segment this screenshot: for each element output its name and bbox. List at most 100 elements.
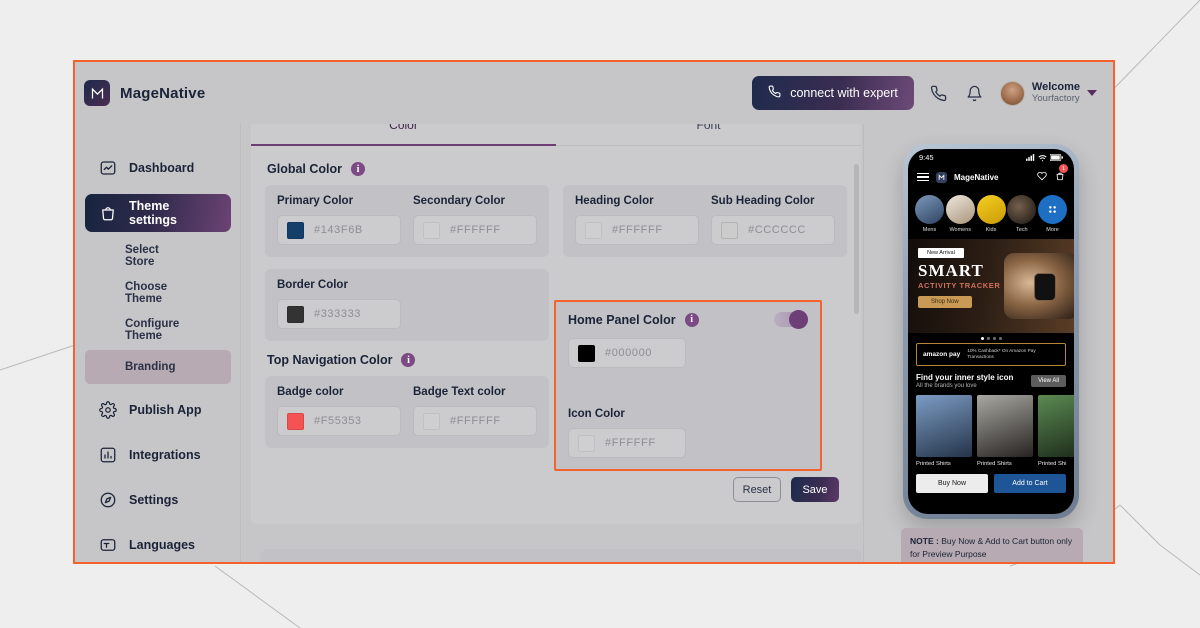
sidebar-item-dashboard[interactable]: Dashboard xyxy=(85,149,231,187)
tab-font[interactable]: Font xyxy=(556,124,861,145)
color-swatch[interactable] xyxy=(423,221,440,239)
buy-now-button[interactable]: Buy Now xyxy=(916,473,988,493)
sub-heading-color-input[interactable]: #CCCCCC xyxy=(711,215,835,245)
product-card[interactable]: Printed Shirts xyxy=(916,394,972,467)
tab-label: Color xyxy=(389,124,418,132)
sidebar-subitem-label: Configure Theme xyxy=(125,318,180,342)
save-button[interactable]: Save xyxy=(791,477,839,502)
product-card[interactable]: Printed Shirts xyxy=(977,394,1033,467)
cart-icon[interactable]: 1 xyxy=(1055,164,1068,186)
top-navigation-color-title: Top Navigation Color xyxy=(267,353,393,367)
category-label: Kids xyxy=(985,227,997,233)
preview-note: NOTE : Buy Now & Add to Cart button only… xyxy=(901,528,1083,562)
amazon-pay-logo: amazon pay xyxy=(923,350,961,358)
icon-color-field: Icon Color #FFFFFF xyxy=(568,408,808,458)
amazon-pay-banner[interactable]: amazon pay 10% Cashback* On Amazon Pay T… xyxy=(916,343,1066,366)
brand-logo-area[interactable]: MageNative xyxy=(84,80,205,106)
hero-shop-now-button[interactable]: Shop Now xyxy=(918,296,972,308)
phone-notch xyxy=(960,149,1022,163)
add-to-cart-button[interactable]: Add to Cart xyxy=(994,473,1066,493)
info-icon[interactable]: i xyxy=(401,353,416,367)
category-item[interactable]: Tech xyxy=(1007,195,1037,233)
field-label: Secondary Color xyxy=(413,195,506,207)
sidebar-item-select-store[interactable]: Select Store xyxy=(85,239,231,273)
grid-dots-icon xyxy=(1049,206,1056,213)
view-all-button[interactable]: View All xyxy=(1031,374,1066,387)
app-setting-accordion[interactable]: App Setting xyxy=(261,549,861,562)
color-swatch[interactable] xyxy=(287,221,304,239)
product-section-header: Find your inner style icon All the brand… xyxy=(908,366,1074,389)
color-value: #FFFFFF xyxy=(450,415,501,427)
user-menu[interactable]: Welcome Yourfactory xyxy=(999,80,1097,106)
connect-with-expert-button[interactable]: connect with expert xyxy=(752,76,914,110)
field-label: Sub Heading Color xyxy=(711,195,815,207)
category-label: Tech xyxy=(1015,227,1028,233)
category-item[interactable]: More xyxy=(1038,195,1067,233)
branding-settings-card: Color Font Global Color i Primary Color … xyxy=(251,124,861,524)
sidebar-item-label: Integrations xyxy=(129,448,201,462)
phone-icon xyxy=(768,85,781,101)
global-color-group: Primary Color #143F6B Secondary Color #F… xyxy=(265,185,549,257)
avatar xyxy=(999,80,1025,106)
product-title: Printed Shi xyxy=(1038,460,1067,467)
battery-icon xyxy=(1050,154,1063,161)
hero-product-image xyxy=(1004,253,1074,319)
field-label: Heading Color xyxy=(575,195,654,207)
content-scrollbar[interactable] xyxy=(854,164,859,314)
primary-color-input[interactable]: #143F6B xyxy=(277,215,401,245)
color-swatch[interactable] xyxy=(578,344,595,362)
global-color-title: Global Color xyxy=(267,162,342,176)
sidebar-item-configure-theme[interactable]: Configure Theme xyxy=(85,313,231,347)
bell-icon[interactable] xyxy=(964,82,986,104)
carousel-dots[interactable] xyxy=(908,333,1074,343)
sidebar-item-choose-theme[interactable]: Choose Theme xyxy=(85,276,231,310)
chevron-down-icon[interactable] xyxy=(830,560,845,562)
hamburger-icon[interactable] xyxy=(917,172,929,182)
category-item[interactable]: Kids xyxy=(976,195,1006,233)
sidebar-item-branding[interactable]: Branding xyxy=(85,350,231,384)
border-color-input[interactable]: #333333 xyxy=(277,299,401,329)
sidebar-item-theme-settings[interactable]: Theme settings xyxy=(85,194,231,232)
color-swatch[interactable] xyxy=(287,412,304,430)
tab-color[interactable]: Color xyxy=(251,124,556,146)
heart-icon[interactable] xyxy=(1037,168,1047,186)
info-icon[interactable]: i xyxy=(351,162,365,176)
chevron-down-icon[interactable] xyxy=(1087,90,1097,96)
sidebar-item-publish-app[interactable]: Publish App xyxy=(85,391,231,429)
category-label: Mens xyxy=(922,227,937,233)
compass-icon xyxy=(98,491,117,510)
info-icon[interactable]: i xyxy=(684,312,699,327)
category-item[interactable]: Womens xyxy=(945,195,975,233)
settings-tabs: Color Font xyxy=(251,124,861,146)
category-image xyxy=(1038,195,1067,224)
category-label: Womens xyxy=(949,227,972,233)
home-panel-color-toggle[interactable] xyxy=(774,310,808,329)
icon-color-input[interactable]: #FFFFFF xyxy=(568,428,686,458)
sidebar-item-settings[interactable]: Settings xyxy=(85,481,231,519)
category-item[interactable]: Mens xyxy=(915,195,944,233)
category-image xyxy=(1007,195,1037,224)
phone-icon[interactable] xyxy=(928,82,950,104)
top-header-bar: MageNative connect with expert Welcome Y… xyxy=(75,62,1113,124)
secondary-color-input[interactable]: #FFFFFF xyxy=(413,215,537,245)
badge-color-input[interactable]: #F55353 xyxy=(277,406,401,436)
reset-button[interactable]: Reset xyxy=(733,477,781,502)
color-swatch[interactable] xyxy=(287,305,304,323)
heading-color-input[interactable]: #FFFFFF xyxy=(575,215,699,245)
color-swatch[interactable] xyxy=(423,412,440,430)
product-image xyxy=(1038,394,1074,457)
product-card[interactable]: Printed Shi xyxy=(1038,394,1074,467)
sidebar-item-languages[interactable]: Languages xyxy=(85,526,231,562)
home-panel-color-input[interactable]: #000000 xyxy=(568,338,686,368)
color-swatch[interactable] xyxy=(578,434,595,452)
color-swatch[interactable] xyxy=(585,221,602,239)
category-image xyxy=(976,195,1006,224)
application-window: MageNative connect with expert Welcome Y… xyxy=(73,60,1115,564)
color-swatch[interactable] xyxy=(721,221,738,239)
sidebar-item-label: Languages xyxy=(129,538,195,552)
sidebar-item-integrations[interactable]: Integrations xyxy=(85,436,231,474)
cta-bar: Buy Now Add to Cart xyxy=(908,467,1074,502)
hero-banner[interactable]: New Arrival SMART ACTIVITY TRACKER Shop … xyxy=(908,239,1074,333)
badge-text-color-input[interactable]: #FFFFFF xyxy=(413,406,537,436)
magenative-logo-icon xyxy=(84,80,110,106)
